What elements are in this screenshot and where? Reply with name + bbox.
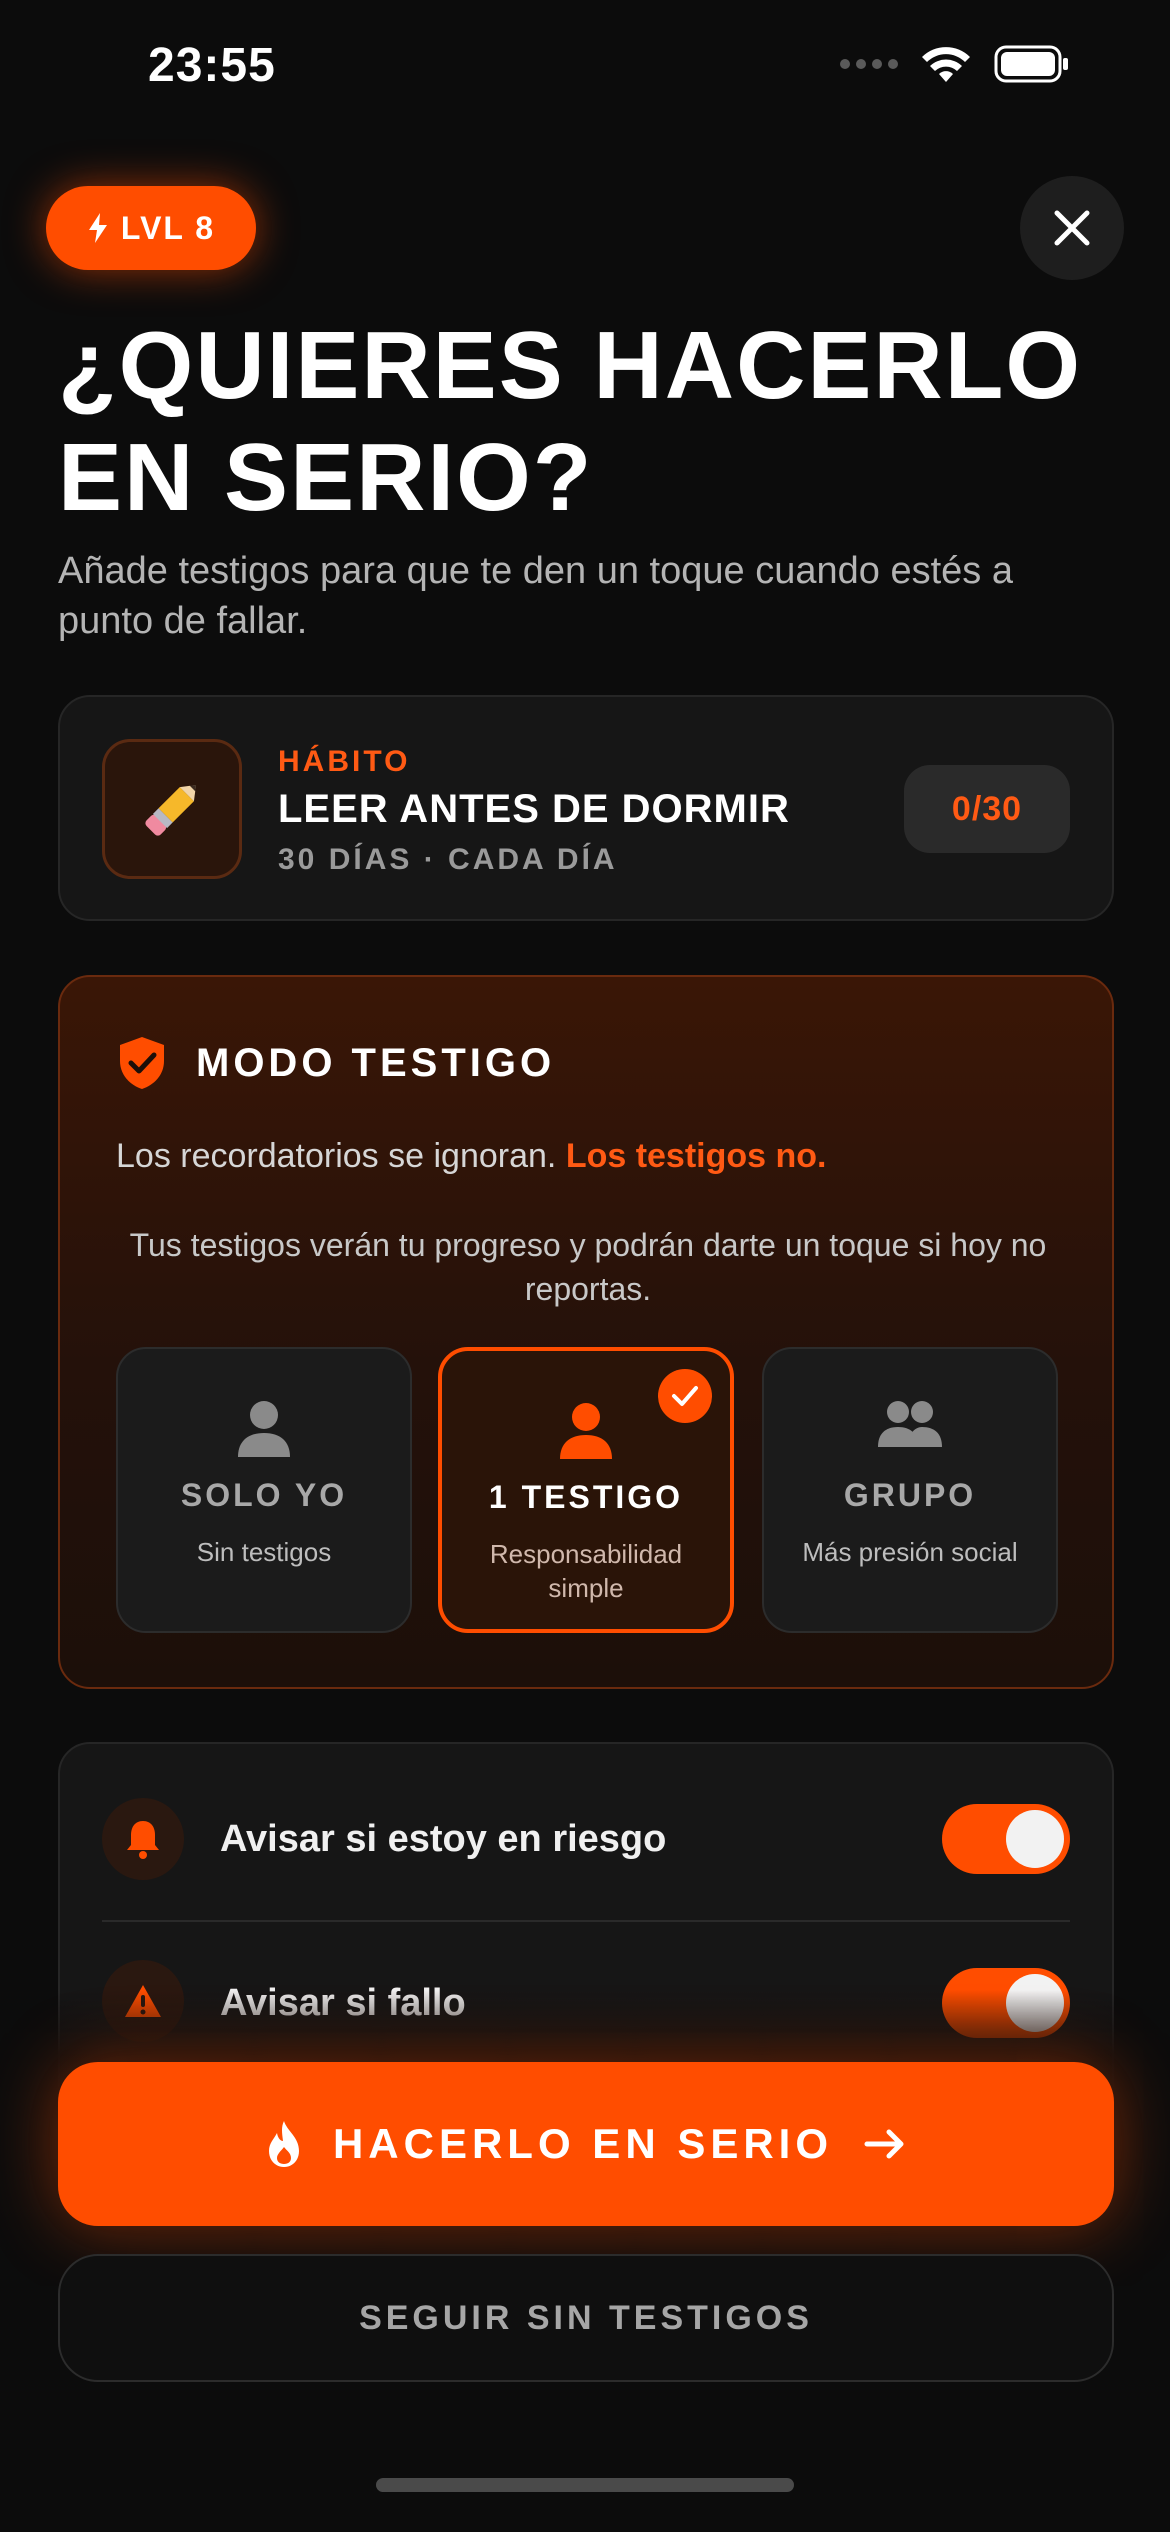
skip-witness-button[interactable]: SEGUIR SIN TESTIGOS: [58, 2254, 1114, 2382]
option-description: Responsabilidad simple: [489, 1539, 683, 1603]
pencil-icon: [102, 739, 242, 879]
person-icon: [442, 1401, 730, 1461]
status-icons: [840, 44, 1070, 84]
close-button[interactable]: [1020, 176, 1124, 280]
option-label: GRUPO: [843, 1477, 977, 1513]
wifi-icon: [920, 44, 972, 84]
witness-tagline: Los recordatorios se ignoran. Los testig…: [116, 1137, 827, 1176]
person-icon: [118, 1399, 410, 1459]
setting-row-risk: Avisar si estoy en riesgo: [60, 1744, 1112, 1904]
arrow-right-icon: [864, 2129, 904, 2159]
setting-label: Avisar si estoy en riesgo: [220, 1818, 667, 1860]
witness-tagline-highlight: Los testigos no.: [565, 1137, 827, 1175]
flame-icon: [268, 2121, 299, 2167]
habit-meta: 30 DÍAS · CADA DÍA: [278, 843, 618, 876]
skip-witness-label: SEGUIR SIN TESTIGOS: [359, 2298, 813, 2337]
close-icon: [1054, 210, 1090, 246]
witness-mode-title: MODO TESTIGO: [196, 1040, 556, 1085]
witness-mode-header: MODO TESTIGO: [116, 1035, 555, 1091]
witness-mode-card: MODO TESTIGO Los recordatorios se ignora…: [58, 975, 1114, 1689]
option-1-testigo[interactable]: 1 TESTIGO Responsabilidad simple: [438, 1347, 734, 1633]
option-label: SOLO YO: [180, 1477, 348, 1513]
lightning-icon: [88, 213, 107, 243]
bell-icon: [102, 1798, 184, 1880]
primary-cta-button[interactable]: HACERLO EN SERIO: [58, 2062, 1114, 2226]
option-label: 1 TESTIGO: [488, 1479, 684, 1515]
option-grupo[interactable]: GRUPO Más presión social: [762, 1347, 1058, 1633]
habit-name: LEER ANTES DE DORMIR: [278, 787, 790, 831]
habit-kicker: HÁBITO: [278, 745, 411, 778]
status-time: 23:55: [148, 39, 276, 92]
level-text: LVL 8: [120, 209, 216, 246]
witness-tagline-text: Los recordatorios se ignoran.: [116, 1137, 557, 1175]
option-solo-yo[interactable]: SOLO YO Sin testigos: [116, 1347, 412, 1633]
primary-cta-label: HACERLO EN SERIO: [332, 2120, 834, 2167]
option-description: Sin testigos: [196, 1537, 332, 1567]
group-icon: [764, 1399, 1056, 1449]
cellular-signal-icon: [840, 59, 898, 69]
battery-icon: [994, 45, 1070, 83]
risk-alert-toggle[interactable]: [942, 1804, 1070, 1874]
level-badge: LVL 8: [46, 186, 256, 270]
habit-card[interactable]: HÁBITO LEER ANTES DE DORMIR 30 DÍAS · CA…: [58, 695, 1114, 921]
page-subtitle: Añade testigos para que te den un toque …: [58, 550, 1013, 642]
toggle-knob: [1006, 1810, 1064, 1868]
page-title: ¿QUIERES HACERLO EN SERIO?: [58, 312, 1083, 531]
habit-progress-badge: 0/30: [904, 765, 1070, 853]
option-description: Más presión social: [802, 1537, 1018, 1567]
home-indicator[interactable]: [376, 2478, 794, 2492]
witness-description: Tus testigos verán tu progreso y podrán …: [129, 1227, 1047, 1307]
shield-check-icon: [120, 1037, 164, 1089]
